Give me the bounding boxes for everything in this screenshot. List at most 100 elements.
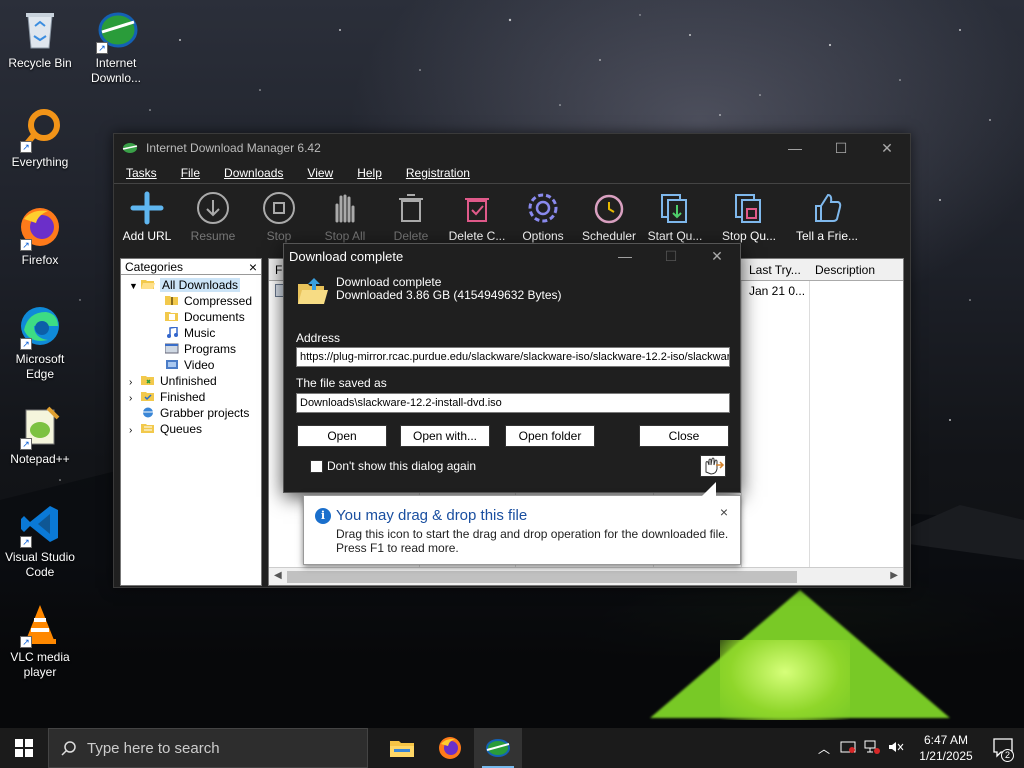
taskbar-idm[interactable] <box>474 728 522 768</box>
desktop-icon-recycle-bin[interactable]: Recycle Bin <box>0 8 80 71</box>
desktop-icon-firefox[interactable]: ↗ Firefox <box>0 205 80 268</box>
resume-button[interactable]: Resume <box>180 190 246 243</box>
stop-queue-button[interactable]: Stop Qu... <box>708 190 790 243</box>
expand-arrow-icon: › <box>129 425 133 436</box>
dont-show-row[interactable]: Don't show this dialog again <box>310 459 476 473</box>
close-button[interactable]: ✕ <box>864 134 910 162</box>
horizontal-scrollbar[interactable]: ◀ ▶ <box>269 567 903 585</box>
vlc-icon: ↗ <box>18 602 62 648</box>
add-url-button[interactable]: Add URL <box>114 190 180 243</box>
delete-completed-icon <box>444 190 510 226</box>
category-label: Documents <box>184 310 245 324</box>
desktop-icon-label: VLC media player <box>10 650 70 679</box>
start-queue-button[interactable]: Start Qu... <box>642 190 708 243</box>
desktop-icon-vscode[interactable]: ↗ Visual Studio Code <box>0 502 80 580</box>
scheduler-button[interactable]: Scheduler <box>576 190 642 243</box>
clock-time: 6:47 AM <box>923 733 969 747</box>
scroll-left-icon[interactable]: ◀ <box>274 570 282 581</box>
options-button[interactable]: Options <box>510 190 576 243</box>
idm-tray-icon[interactable] <box>836 740 860 757</box>
chevron-up-icon[interactable]: ︿ <box>812 740 836 757</box>
taskbar-file-explorer[interactable] <box>378 728 426 768</box>
menu-view[interactable]: View <box>295 166 345 180</box>
programs-icon <box>165 343 179 354</box>
categories-close-button[interactable]: × <box>249 259 257 275</box>
dialog-titlebar[interactable]: Download complete — ☐ ✕ <box>284 244 740 268</box>
close-dialog-button[interactable]: Close <box>639 425 729 447</box>
menu-file[interactable]: File <box>169 166 212 180</box>
folder-open-icon <box>141 280 155 289</box>
taskbar-clock[interactable]: 6:47 AM 1/21/2025 <box>908 732 984 764</box>
stop-button[interactable]: Stop <box>246 190 312 243</box>
category-documents[interactable]: Documents <box>121 309 261 325</box>
dialog-maximize-button: ☐ <box>664 248 678 264</box>
maximize-button[interactable]: ☐ <box>818 134 864 162</box>
desktop-icon-everything[interactable]: ↗ Everything <box>0 107 80 170</box>
category-label: Video <box>184 358 215 372</box>
system-tray: ︿ 6:47 AM 1/21/2025 2 <box>812 728 1024 768</box>
tooltip-title: You may drag & drop this file <box>336 507 528 524</box>
dialog-minimize-button[interactable]: — <box>602 244 648 268</box>
drag-drop-icon[interactable] <box>700 455 726 477</box>
open-button[interactable]: Open <box>297 425 387 447</box>
network-icon[interactable] <box>860 740 884 757</box>
volume-muted-icon[interactable] <box>884 740 908 757</box>
tooltip-body: Drag this icon to start the drag and dro… <box>336 527 728 555</box>
scrollbar-thumb[interactable] <box>287 571 797 583</box>
minimize-button[interactable]: — <box>772 134 818 162</box>
category-all-downloads[interactable]: ▼ All Downloads <box>121 277 261 293</box>
tell-friend-button[interactable]: Tell a Frie... <box>790 190 864 243</box>
menu-help[interactable]: Help <box>345 166 394 180</box>
category-programs[interactable]: Programs <box>121 341 261 357</box>
category-finished[interactable]: › Finished <box>121 389 261 405</box>
category-grabber-projects[interactable]: Grabber projects <box>121 405 261 421</box>
column-header-description[interactable]: Description <box>815 263 875 277</box>
scroll-right-icon[interactable]: ▶ <box>890 570 898 581</box>
idm-icon: ↗ <box>94 8 138 54</box>
grid-line <box>741 281 742 567</box>
open-folder-button[interactable]: Open folder <box>505 425 595 447</box>
taskbar-search-box[interactable]: Type here to search <box>48 728 368 768</box>
delete-button[interactable]: Delete <box>378 190 444 243</box>
tool-label: Stop <box>266 229 292 243</box>
category-video[interactable]: Video <box>121 357 261 373</box>
desktop-icon-edge[interactable]: ↗ Microsoft Edge <box>0 304 80 382</box>
toolbar: Add URL Resume Stop Stop All Delete Dele… <box>114 184 910 252</box>
open-with-button[interactable]: Open with... <box>400 425 490 447</box>
desktop-icon-label: Notepad++ <box>10 452 70 466</box>
menu-downloads[interactable]: Downloads <box>212 166 295 180</box>
category-queues[interactable]: › Queues <box>121 421 261 437</box>
options-icon <box>510 190 576 226</box>
category-music[interactable]: Music <box>121 325 261 341</box>
tool-label: Stop All <box>324 229 366 243</box>
status-line-2: Downloaded 3.86 GB (4154949632 Bytes) <box>336 288 562 302</box>
address-field[interactable]: https://plug-mirror.rcac.purdue.edu/slac… <box>296 347 730 367</box>
queues-folder-icon <box>141 424 154 433</box>
stop-all-icon <box>312 190 378 226</box>
desktop-icon-label: Firefox <box>21 253 59 267</box>
stop-all-button[interactable]: Stop All <box>312 190 378 243</box>
desktop-icon-idm[interactable]: ↗ Internet Downlo... <box>76 8 156 86</box>
category-compressed[interactable]: Compressed <box>121 293 261 309</box>
taskbar-firefox[interactable] <box>426 728 474 768</box>
saved-as-field[interactable]: Downloads\slackware-12.2-install-dvd.iso <box>296 393 730 413</box>
category-label: Grabber projects <box>160 406 250 420</box>
delete-completed-button[interactable]: Delete C... <box>444 190 510 243</box>
tooltip-close-button[interactable]: × <box>720 504 728 520</box>
desktop-icon-vlc[interactable]: ↗ VLC media player <box>0 602 80 680</box>
tell-friend-icon <box>790 190 864 226</box>
idm-titlebar[interactable]: Internet Download Manager 6.42 — ☐ ✕ <box>114 134 910 162</box>
notification-center-button[interactable]: 2 <box>984 738 1024 762</box>
dialog-close-button[interactable]: ✕ <box>694 244 740 268</box>
category-unfinished[interactable]: › Unfinished <box>121 373 261 389</box>
start-button[interactable] <box>0 728 48 768</box>
resume-icon <box>180 190 246 226</box>
shortcut-arrow-icon: ↗ <box>20 536 32 548</box>
stop-queue-icon <box>708 190 790 226</box>
menu-registration[interactable]: Registration <box>394 166 482 180</box>
column-header-last-try[interactable]: Last Try... <box>749 263 801 277</box>
grabber-icon <box>143 407 153 418</box>
dont-show-checkbox[interactable] <box>310 459 323 473</box>
desktop-icon-notepadpp[interactable]: ↗ Notepad++ <box>0 404 80 467</box>
menu-tasks[interactable]: Tasks <box>114 166 169 180</box>
